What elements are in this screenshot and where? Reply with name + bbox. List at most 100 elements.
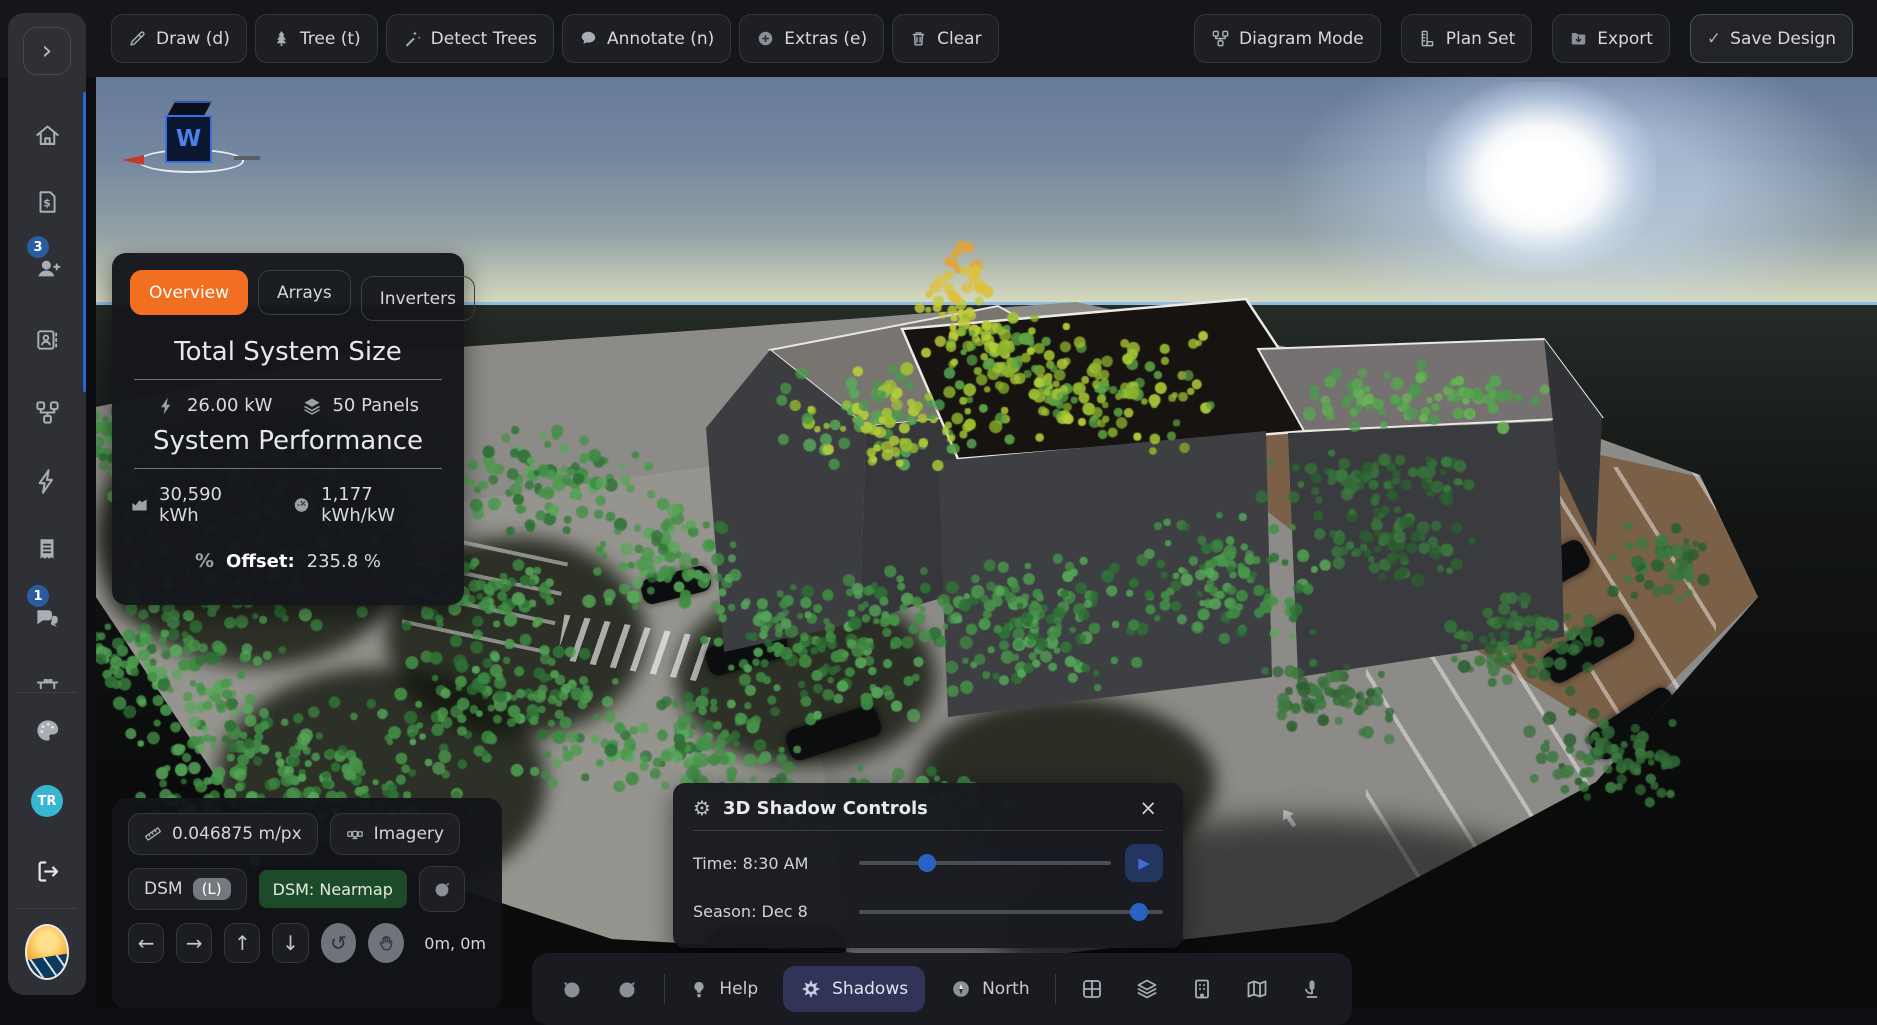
chevron-right-icon: › — [42, 36, 52, 66]
avatar-initials: TR — [31, 785, 63, 817]
sidebar-item-energy[interactable] — [23, 457, 71, 505]
layers-icon — [302, 396, 322, 416]
logout-button[interactable] — [23, 847, 71, 895]
sidebar-item-invoices[interactable]: $ — [23, 178, 71, 226]
street-mic-button[interactable] — [1294, 976, 1330, 1002]
annotate-button-label: Annotate (n) — [607, 29, 714, 49]
arrow-left-icon: ← — [138, 931, 155, 955]
pan-right-button[interactable]: → — [176, 923, 212, 963]
export-label: Export — [1597, 29, 1653, 49]
buildings-button[interactable] — [1184, 976, 1220, 1002]
grid-icon — [1080, 977, 1104, 1001]
reset-rotation-button[interactable]: ↺ — [321, 923, 357, 963]
scale-button[interactable]: 0.046875 m/px — [128, 813, 318, 855]
home-icon — [34, 122, 61, 149]
sidebar-item-contact-card[interactable] — [23, 316, 71, 364]
sidebar-item-messages[interactable]: 1 — [23, 593, 71, 641]
time-slider[interactable] — [859, 861, 1111, 865]
imagery-button[interactable]: Imagery — [330, 813, 460, 855]
clear-button[interactable]: Clear — [892, 14, 998, 63]
invoice-icon: $ — [34, 189, 60, 215]
season-slider[interactable] — [859, 910, 1163, 914]
grid-view-button[interactable] — [1074, 976, 1110, 1002]
sidebar-item-workbench[interactable] — [23, 658, 71, 706]
pan-left-button[interactable]: ← — [128, 923, 164, 963]
extras-button[interactable]: Extras (e) — [739, 14, 884, 63]
dsm-orbit-button[interactable] — [419, 866, 465, 912]
imagery-label: Imagery — [374, 824, 444, 844]
user-avatar[interactable]: TR — [23, 777, 71, 825]
road-arrow — [1299, 636, 1321, 660]
hand-icon — [376, 933, 396, 953]
tree-icon — [272, 29, 291, 48]
extras-button-label: Extras (e) — [784, 29, 867, 49]
cube-west-face[interactable]: W — [165, 115, 212, 163]
plan-set-button[interactable]: Plan Set — [1401, 14, 1533, 63]
sidebar-item-system-diagram[interactable] — [23, 388, 71, 436]
season-slider-thumb[interactable] — [1130, 903, 1148, 921]
season-label: Season: Dec 8 — [693, 902, 843, 921]
sidebar-item-contacts[interactable]: 3 — [23, 244, 71, 292]
help-button[interactable]: Help — [683, 978, 764, 1000]
export-button[interactable]: Export — [1552, 14, 1670, 63]
pan-down-button[interactable]: ↓ — [272, 923, 308, 963]
export-folder-icon — [1569, 29, 1588, 48]
pan-tool-button[interactable] — [368, 923, 404, 963]
orbit-icon — [431, 878, 453, 900]
save-design-label: Save Design — [1730, 29, 1836, 49]
tab-overview[interactable]: Overview — [130, 270, 248, 315]
draw-button[interactable]: Draw (d) — [111, 14, 247, 63]
pan-up-button[interactable]: ↑ — [224, 923, 260, 963]
toolbar-right-group: Diagram Mode Plan Set Export ✓ Save Desi… — [1194, 14, 1853, 63]
play-button[interactable]: ▶ — [1125, 844, 1163, 882]
tree-button[interactable]: Tree (t) — [255, 14, 378, 63]
detect-trees-button[interactable]: Detect Trees — [386, 14, 554, 63]
offset-stat: % Offset: 235.8 % — [130, 550, 446, 572]
logout-icon — [34, 858, 61, 885]
save-design-button[interactable]: ✓ Save Design — [1690, 14, 1853, 63]
play-icon: ▶ — [1138, 854, 1150, 872]
map-button[interactable] — [1239, 976, 1275, 1002]
sun-icon — [800, 978, 822, 1000]
sidebar-item-appearance[interactable] — [23, 706, 71, 754]
sidebar-item-billing[interactable] — [23, 525, 71, 573]
arrow-up-icon: ↑ — [234, 931, 251, 955]
plan-set-label: Plan Set — [1446, 29, 1516, 49]
tab-inverters[interactable]: Inverters — [361, 276, 475, 321]
map-tools-panel: 0.046875 m/px Imagery DSM (L) DSM: Nearm… — [112, 798, 502, 1009]
tab-arrays[interactable]: Arrays — [258, 270, 351, 315]
company-logo-icon — [25, 924, 69, 980]
shadow-controls-panel: ⚙ 3D Shadow Controls × Time: 8:30 AM ▶ S… — [673, 783, 1183, 948]
orbit-left-button[interactable] — [554, 976, 590, 1002]
time-slider-thumb[interactable] — [918, 854, 936, 872]
orbit-right-button[interactable] — [609, 976, 645, 1002]
check-icon: ✓ — [1707, 29, 1721, 49]
trash-icon — [909, 29, 928, 48]
company-logo[interactable] — [19, 924, 75, 980]
arrow-down-icon: ↓ — [282, 931, 299, 955]
diagram-mode-button[interactable]: Diagram Mode — [1194, 14, 1381, 63]
panel-count-stat: 50 Panels — [302, 395, 419, 416]
annotate-button[interactable]: Annotate (n) — [562, 14, 731, 63]
sidebar-expand-button[interactable]: › — [23, 27, 71, 75]
system-stats-panel: Overview Arrays Inverters Total System S… — [112, 253, 464, 605]
navigation-cube[interactable]: W — [122, 87, 282, 187]
divider — [134, 379, 442, 380]
scale-value: 0.046875 m/px — [172, 824, 302, 844]
bolt-icon — [34, 468, 61, 495]
close-button[interactable]: × — [1133, 797, 1163, 820]
chat-icon — [34, 604, 61, 631]
contact-card-icon — [34, 327, 60, 353]
shadows-toggle-button[interactable]: Shadows — [783, 966, 925, 1012]
layers-button[interactable] — [1129, 976, 1165, 1002]
arrow-right-icon: → — [186, 931, 203, 955]
sidebar-divider — [17, 692, 76, 693]
bolt-icon — [157, 396, 177, 416]
lightbulb-icon — [689, 979, 709, 999]
clear-button-label: Clear — [937, 29, 981, 49]
performance-title: System Performance — [130, 426, 446, 456]
north-button[interactable]: North — [944, 977, 1036, 1001]
dsm-toggle-button[interactable]: DSM (L) — [128, 868, 247, 910]
dsm-source-button[interactable]: DSM: Nearmap — [259, 870, 407, 908]
sidebar-item-home[interactable] — [23, 111, 71, 159]
